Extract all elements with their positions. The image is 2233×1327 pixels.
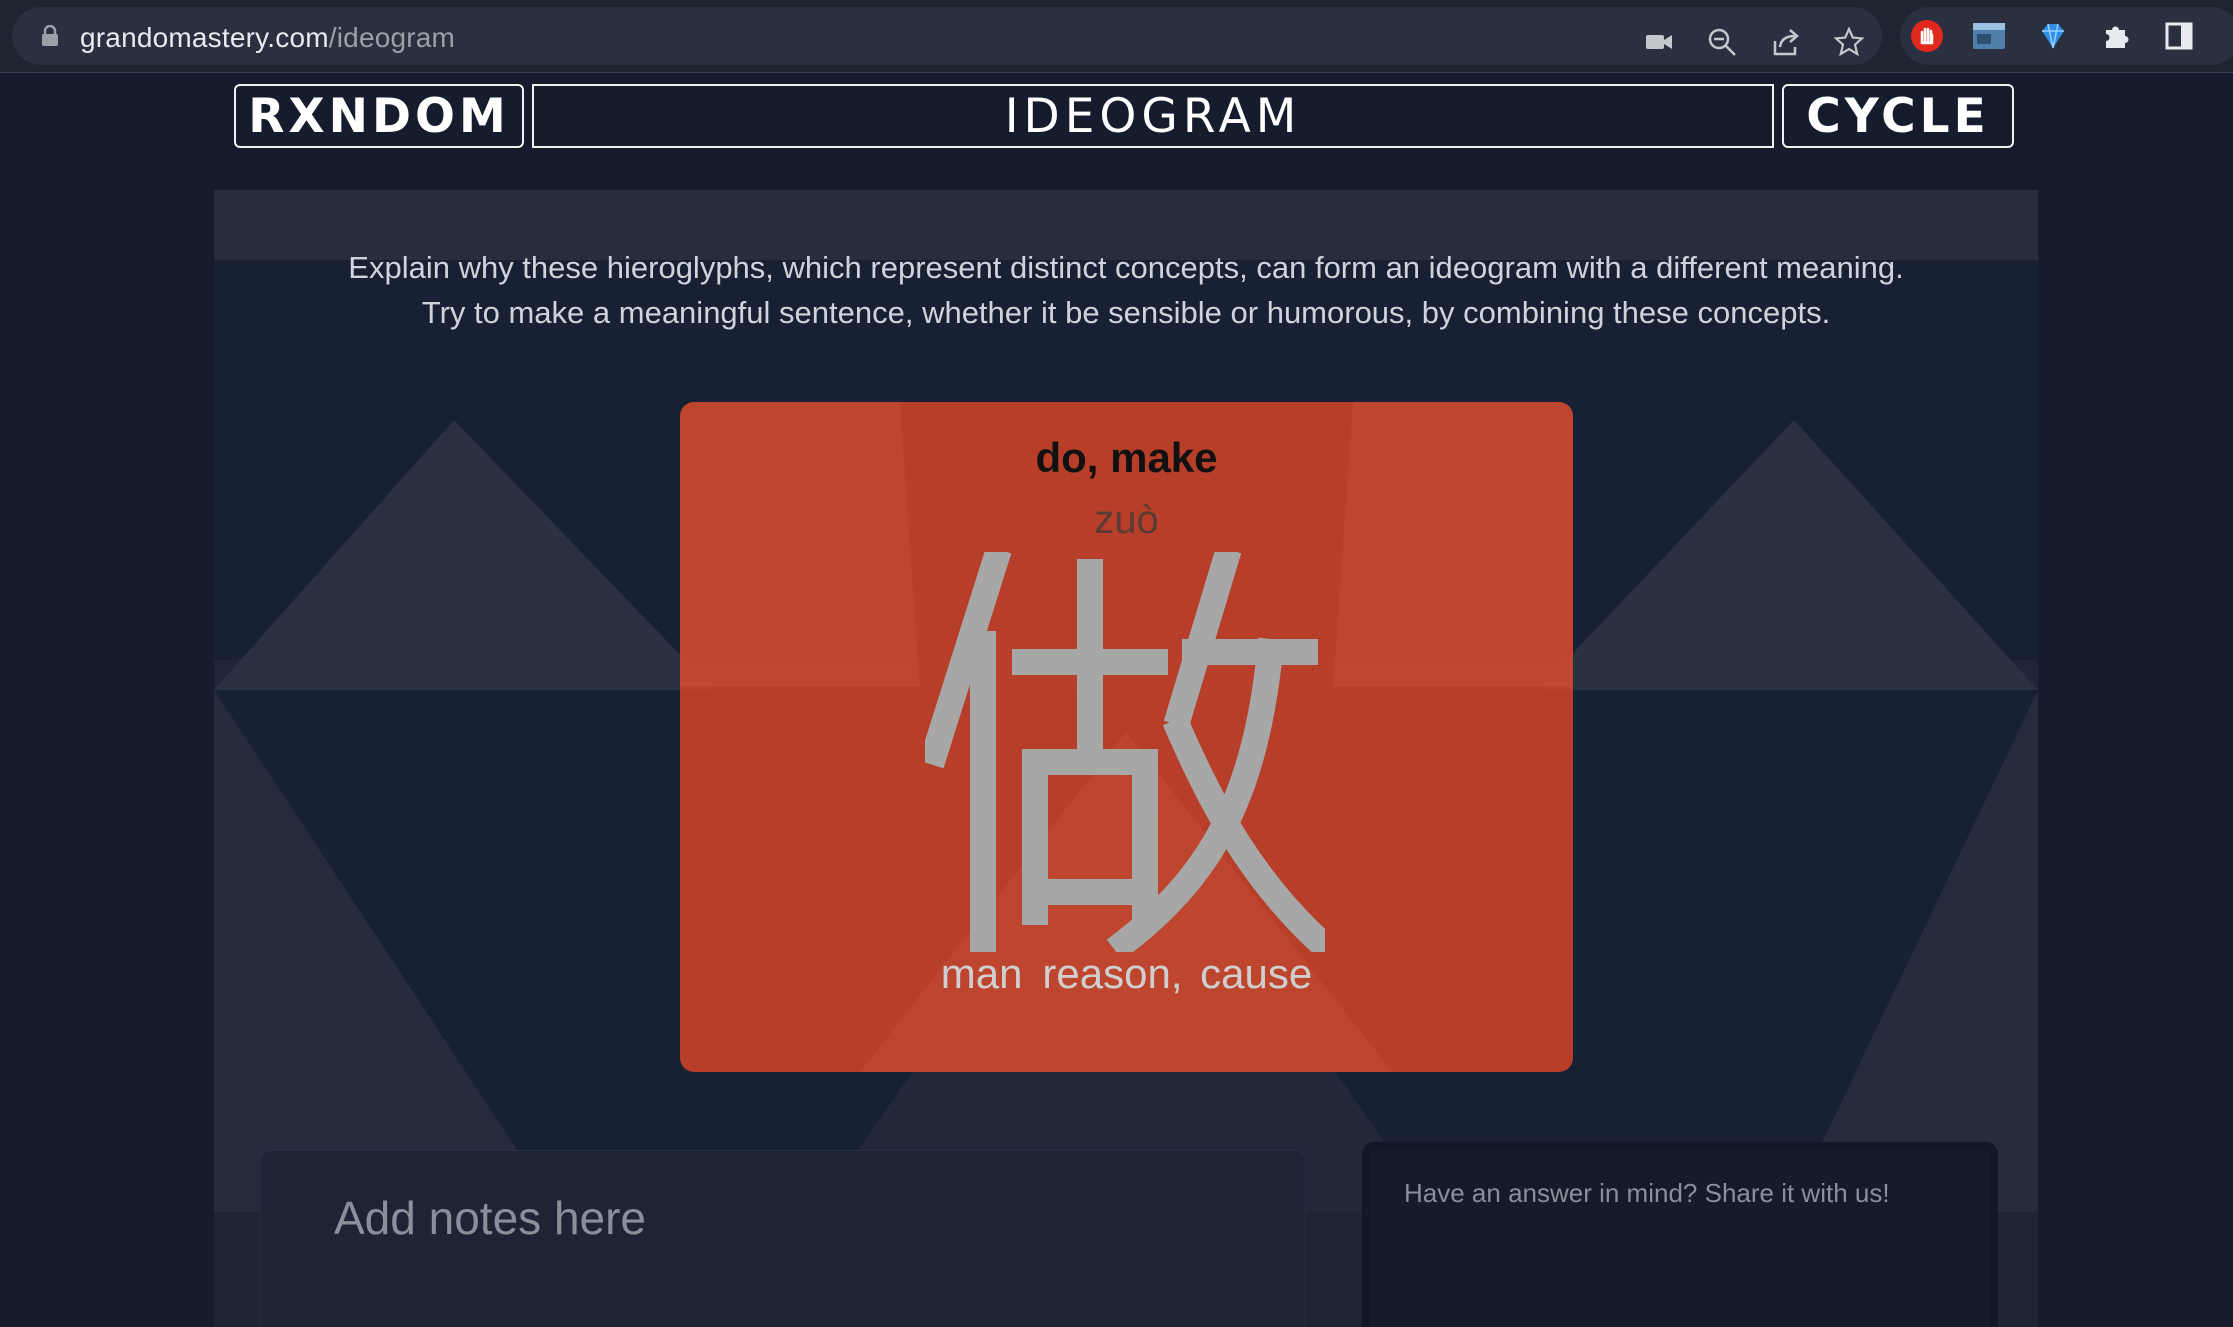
lock-icon[interactable] (40, 25, 60, 47)
page-title: IDEOGRAM (532, 84, 1774, 148)
cycle-button[interactable]: CYCLE (1782, 84, 2014, 148)
url-host: grandomastery.com (80, 22, 329, 53)
star-icon[interactable] (1832, 25, 1866, 59)
character-pinyin: zuò (1094, 498, 1159, 542)
puzzle-piece-icon[interactable] (2100, 19, 2134, 53)
component-label: man (940, 950, 1023, 997)
zoom-out-icon[interactable] (1705, 25, 1739, 59)
character-components: man reason, cause (680, 950, 1573, 998)
url-text[interactable]: grandomastery.com/ideogram (80, 22, 455, 54)
notes-textarea[interactable]: Add notes here (260, 1150, 1306, 1327)
answer-placeholder: Have an answer in mind? Share it with us… (1404, 1178, 1890, 1208)
camera-icon[interactable] (1642, 25, 1676, 59)
browser-window-icon[interactable] (1972, 19, 2006, 53)
side-panel-icon[interactable] (2162, 19, 2196, 53)
browser-toolbar: grandomastery.com/ideogram (0, 0, 2233, 73)
address-bar[interactable]: grandomastery.com/ideogram (12, 7, 1882, 65)
url-path: /ideogram (328, 22, 456, 53)
site-header: RXNDOM IDEOGRAM CYCLE (0, 72, 2233, 187)
extensions-group (1900, 7, 2233, 65)
answer-input[interactable]: Have an answer in mind? Share it with us… (1362, 1142, 1998, 1327)
adblock-hand-icon[interactable] (1910, 19, 1944, 53)
instructions-line-1: Explain why these hieroglyphs, which rep… (348, 250, 1904, 285)
instructions-line-2: Try to make a meaningful sentence, wheth… (421, 295, 1831, 330)
instructions-text: Explain why these hieroglyphs, which rep… (214, 245, 2038, 335)
random-button[interactable]: RXNDOM (234, 84, 524, 148)
diamond-icon[interactable] (2036, 19, 2070, 53)
share-icon[interactable] (1769, 25, 1803, 59)
component-label: reason, cause (1042, 950, 1313, 997)
character-glyph (925, 552, 1325, 952)
character-meaning: do, make (1035, 434, 1218, 481)
notes-placeholder: Add notes here (334, 1192, 647, 1244)
ideogram-card[interactable]: do, make zuò man reason, cause (680, 402, 1573, 1072)
main-content: Explain why these hieroglyphs, which rep… (214, 190, 2038, 1327)
